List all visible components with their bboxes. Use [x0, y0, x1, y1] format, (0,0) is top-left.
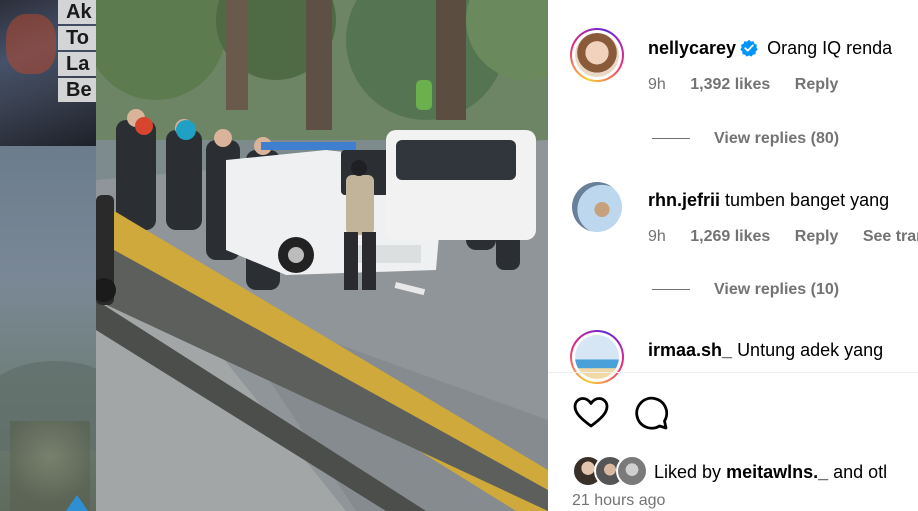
comment-item: nellycarey Orang IQ renda 9h 1,392 likes … [548, 0, 918, 100]
comment-item: irmaa.sh_ Untung adek yang [548, 303, 918, 403]
comment-item: rhn.jefrii tumben banget yang 9h 1,269 li… [548, 152, 918, 252]
comment-line: rhn.jefrii tumben banget yang [648, 189, 889, 211]
liked-by-suffix: and otl [833, 462, 888, 482]
post-timestamp: 21 hours ago [572, 492, 666, 509]
replies-dash [652, 289, 690, 291]
comment-likes-count[interactable]: 1,269 likes [690, 228, 770, 245]
user-avatar[interactable] [570, 330, 624, 384]
liked-by-avatars [572, 455, 652, 487]
comment-line: nellycarey Orang IQ renda [648, 37, 892, 59]
comment-time: 9h [648, 76, 666, 93]
user-avatar[interactable] [570, 28, 624, 82]
backdrop-text-line: Be [58, 78, 96, 102]
comment-text: Orang IQ renda [767, 38, 893, 58]
comment-icon [635, 396, 669, 430]
backdrop-text-line: La [58, 52, 96, 76]
comment-meta: 9h 1,392 likes Reply [648, 76, 858, 94]
see-translation-button[interactable]: See trans [863, 228, 918, 245]
liked-by-text: Liked by meitawlns._ and otl [654, 462, 887, 483]
view-replies-button[interactable]: View replies (10) [652, 281, 839, 299]
backdrop-text-line: To [58, 26, 96, 50]
previous-post-backdrop: Ak To La Be [0, 0, 96, 511]
comment-likes-count[interactable]: 1,392 likes [690, 76, 770, 93]
panel-divider [548, 372, 918, 373]
comment-text: Untung adek yang [737, 340, 884, 360]
street-scene-photo [96, 0, 548, 511]
reply-button[interactable]: Reply [795, 228, 839, 245]
comment-line: irmaa.sh_ Untung adek yang [648, 339, 883, 361]
user-avatar[interactable] [572, 182, 622, 232]
comments-panel: nellycarey Orang IQ renda 9h 1,392 likes … [548, 0, 918, 511]
verified-badge-icon [740, 39, 758, 57]
backdrop-thumbnail: Ak To La Be [0, 0, 96, 146]
liked-by-username[interactable]: meitawlns._ [726, 462, 828, 482]
reply-button[interactable]: Reply [795, 76, 839, 93]
liker-avatar [616, 455, 648, 487]
up-arrow-icon [66, 495, 88, 511]
heart-icon [573, 397, 609, 428]
backdrop-text-line: Ak [58, 0, 96, 24]
replies-dash [652, 138, 690, 140]
post-media[interactable] [96, 0, 548, 511]
comment-username[interactable]: rhn.jefrii [648, 190, 720, 210]
avatar-frame [572, 30, 622, 80]
backdrop-text: Ak To La Be [58, 0, 96, 104]
comment-text: tumben banget yang [725, 190, 890, 210]
view-replies-button[interactable]: View replies (80) [652, 130, 839, 148]
comment-meta: 9h 1,269 likes Reply See trans [648, 228, 918, 246]
comment-button[interactable] [632, 394, 670, 432]
avatar-image [575, 33, 619, 77]
liked-by-prefix: Liked by [654, 462, 722, 482]
avatar-frame [572, 332, 622, 382]
avatar-image [572, 182, 622, 232]
comment-username[interactable]: irmaa.sh_ [648, 340, 732, 360]
comment-username[interactable]: nellycarey [648, 38, 736, 58]
like-button[interactable] [572, 394, 610, 432]
view-replies-label: View replies (80) [714, 130, 840, 147]
view-replies-label: View replies (10) [714, 281, 840, 298]
backdrop-figure [6, 14, 56, 74]
comment-time: 9h [648, 228, 666, 245]
